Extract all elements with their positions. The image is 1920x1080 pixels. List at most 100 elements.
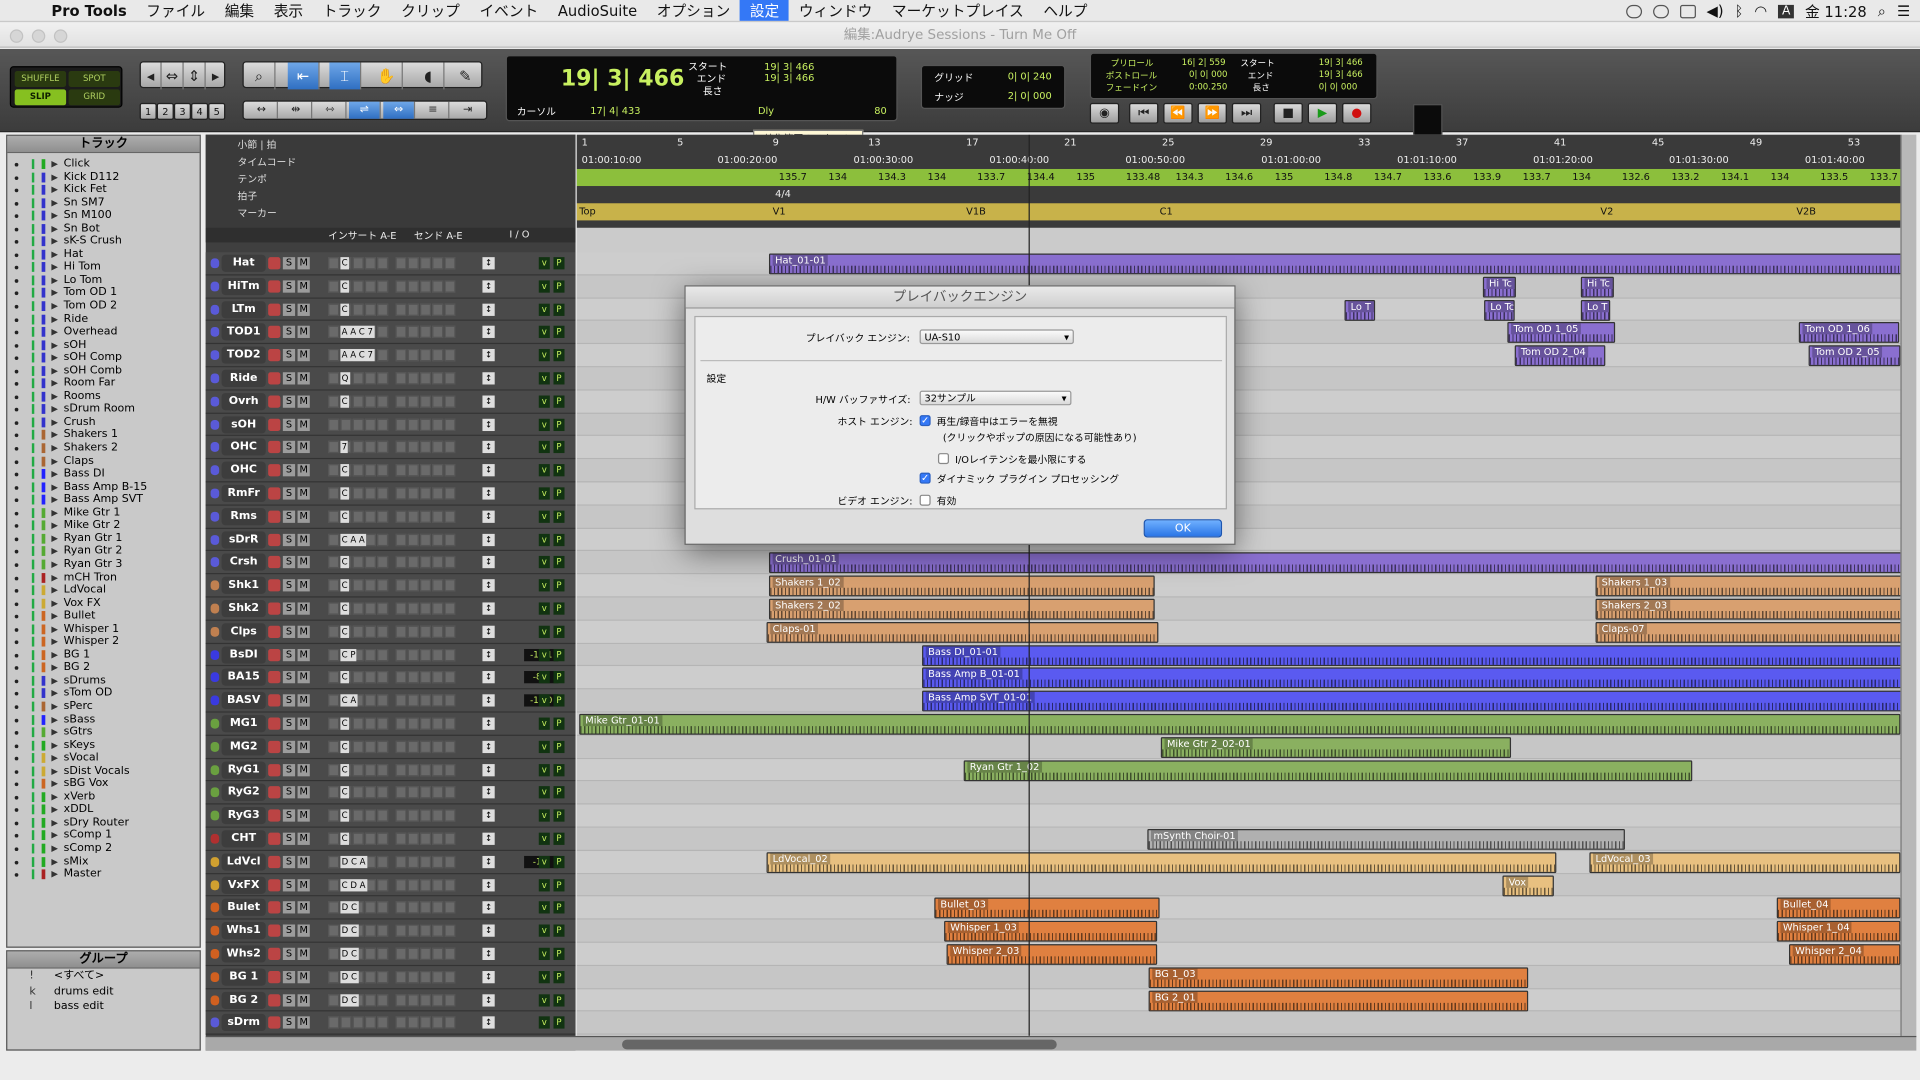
- minimize-button[interactable]: [31, 29, 46, 43]
- track-header[interactable]: OHC S M C ↕ v P: [205, 459, 576, 483]
- bluetooth-icon[interactable]: ᛒ: [1735, 2, 1744, 19]
- insert-slot[interactable]: [328, 740, 340, 753]
- mute-button[interactable]: M: [297, 763, 310, 776]
- track-list-item[interactable]: ▶ Tom OD 2: [7, 300, 191, 313]
- grabber-tool-icon[interactable]: ✋: [371, 62, 403, 90]
- playlist-button[interactable]: P: [553, 717, 565, 730]
- playlist-button[interactable]: P: [553, 280, 565, 293]
- solo-button[interactable]: S: [282, 372, 296, 385]
- mute-button[interactable]: M: [297, 993, 310, 1007]
- audio-clip[interactable]: Claps-07: [1595, 621, 1901, 643]
- mute-button[interactable]: M: [297, 280, 310, 293]
- track-header[interactable]: Rms S M C ↕ v P: [205, 505, 576, 529]
- send-slot[interactable]: [432, 441, 444, 454]
- zoom-out-icon[interactable]: ◂: [141, 62, 162, 90]
- end-value[interactable]: 19| 3| 466: [764, 72, 814, 83]
- audio-clip[interactable]: Lo T: [1580, 299, 1611, 321]
- track-name[interactable]: RyG2: [221, 784, 266, 802]
- send-slot[interactable]: [444, 579, 456, 592]
- mute-button[interactable]: M: [297, 579, 310, 592]
- voice-button[interactable]: v: [538, 901, 550, 914]
- send-slot[interactable]: [432, 579, 444, 592]
- send-slot[interactable]: [407, 993, 419, 1007]
- track-show-dot[interactable]: [14, 175, 19, 180]
- tempo-event[interactable]: 134.4: [1027, 171, 1055, 182]
- preroll-value[interactable]: 16| 2| 559: [1182, 58, 1226, 68]
- dynamic-plugin-checkbox[interactable]: ✓: [919, 472, 931, 484]
- track-list-item[interactable]: ▶ Ryan Gtr 2: [7, 545, 191, 558]
- track-list-item[interactable]: ▶ Ryan Gtr 1: [7, 532, 191, 545]
- track-name[interactable]: VxFX: [221, 876, 266, 894]
- playlist-button[interactable]: P: [553, 878, 565, 891]
- menu-edit[interactable]: 編集: [215, 0, 264, 21]
- track-list-item[interactable]: ▶ Whisper 1: [7, 623, 191, 636]
- voice-button[interactable]: v: [538, 625, 550, 638]
- playback-engine-select[interactable]: UA-S10 ▾: [919, 329, 1074, 345]
- playlist-button[interactable]: P: [553, 671, 565, 684]
- io-selector[interactable]: ↕: [482, 464, 495, 477]
- solo-button[interactable]: S: [282, 878, 296, 891]
- insert-slot[interactable]: [352, 441, 364, 454]
- insert-slot[interactable]: [352, 372, 364, 385]
- track-header[interactable]: Whs1 S M D C ↕ v P: [205, 919, 576, 943]
- insert-slot[interactable]: [364, 763, 376, 776]
- track-show-dot[interactable]: [14, 188, 19, 193]
- record-enable-button[interactable]: [268, 487, 281, 500]
- track-list-item[interactable]: ▶ Shakers 2: [7, 442, 191, 455]
- insert-slot[interactable]: [328, 464, 340, 477]
- send-slot[interactable]: [407, 372, 419, 385]
- insert-plugin[interactable]: A A C 7: [340, 326, 375, 339]
- insert-slot[interactable]: [364, 1016, 376, 1030]
- spot-mode-button[interactable]: SPOT: [68, 71, 121, 87]
- send-slot[interactable]: [407, 602, 419, 615]
- insert-slot[interactable]: [377, 441, 389, 454]
- main-counter-value[interactable]: 19| 3| 466: [561, 66, 684, 92]
- playlist-button[interactable]: P: [553, 579, 565, 592]
- track-show-dot[interactable]: [14, 808, 19, 813]
- send-slot[interactable]: [444, 533, 456, 546]
- io-selector[interactable]: ↕: [482, 395, 495, 408]
- insert-slot[interactable]: [328, 763, 340, 776]
- insert-slot[interactable]: [377, 510, 389, 523]
- track-show-dot[interactable]: [14, 434, 19, 438]
- audio-clip[interactable]: Mike Gtr_01-01: [579, 713, 1901, 735]
- track-list-item[interactable]: ▶ sComp 2: [7, 842, 191, 855]
- track-name[interactable]: BG 1: [221, 968, 266, 986]
- mute-button[interactable]: M: [297, 901, 310, 914]
- send-slot[interactable]: [407, 878, 419, 891]
- track-list-item[interactable]: ▶ Rooms: [7, 390, 191, 403]
- dly-label[interactable]: Dly: [758, 105, 774, 116]
- track-list-item[interactable]: ▶ Hi Tom: [7, 261, 191, 274]
- track-show-dot[interactable]: [14, 873, 19, 877]
- track-show-dot[interactable]: [14, 162, 19, 167]
- track-name[interactable]: CHT: [221, 830, 266, 848]
- insert-slot[interactable]: [377, 878, 389, 891]
- insert-slot[interactable]: [364, 671, 376, 684]
- tempo-event[interactable]: 135: [1275, 171, 1294, 182]
- send-slot[interactable]: [432, 809, 444, 822]
- video-engine-checkbox[interactable]: [919, 494, 931, 506]
- track-show-dot[interactable]: [14, 589, 19, 593]
- tempo-event[interactable]: 134.7: [1374, 171, 1402, 182]
- insert-slot[interactable]: [328, 487, 340, 500]
- solo-button[interactable]: S: [282, 602, 296, 615]
- record-enable-button[interactable]: [268, 947, 281, 961]
- scroll-thumb[interactable]: [622, 1039, 1057, 1050]
- mute-button[interactable]: M: [297, 832, 310, 845]
- io-selector[interactable]: ↕: [482, 740, 495, 753]
- track-list-item[interactable]: ▶ Bass DI: [7, 468, 191, 481]
- send-slot[interactable]: [432, 694, 444, 707]
- tempo-event[interactable]: 134.3: [878, 171, 906, 182]
- voice-button[interactable]: v: [538, 970, 550, 984]
- zoom-button[interactable]: [53, 29, 68, 43]
- send-slot[interactable]: [432, 947, 444, 961]
- track-show-dot[interactable]: [14, 304, 19, 309]
- mute-button[interactable]: M: [297, 970, 310, 984]
- mute-button[interactable]: M: [297, 648, 310, 661]
- send-slot[interactable]: [444, 671, 456, 684]
- playlist-button[interactable]: P: [553, 441, 565, 454]
- audio-clip[interactable]: Hi Tc: [1482, 276, 1516, 298]
- send-slot[interactable]: [395, 372, 407, 385]
- insert-plugin[interactable]: C: [340, 625, 349, 638]
- track-name[interactable]: OHC: [221, 461, 266, 480]
